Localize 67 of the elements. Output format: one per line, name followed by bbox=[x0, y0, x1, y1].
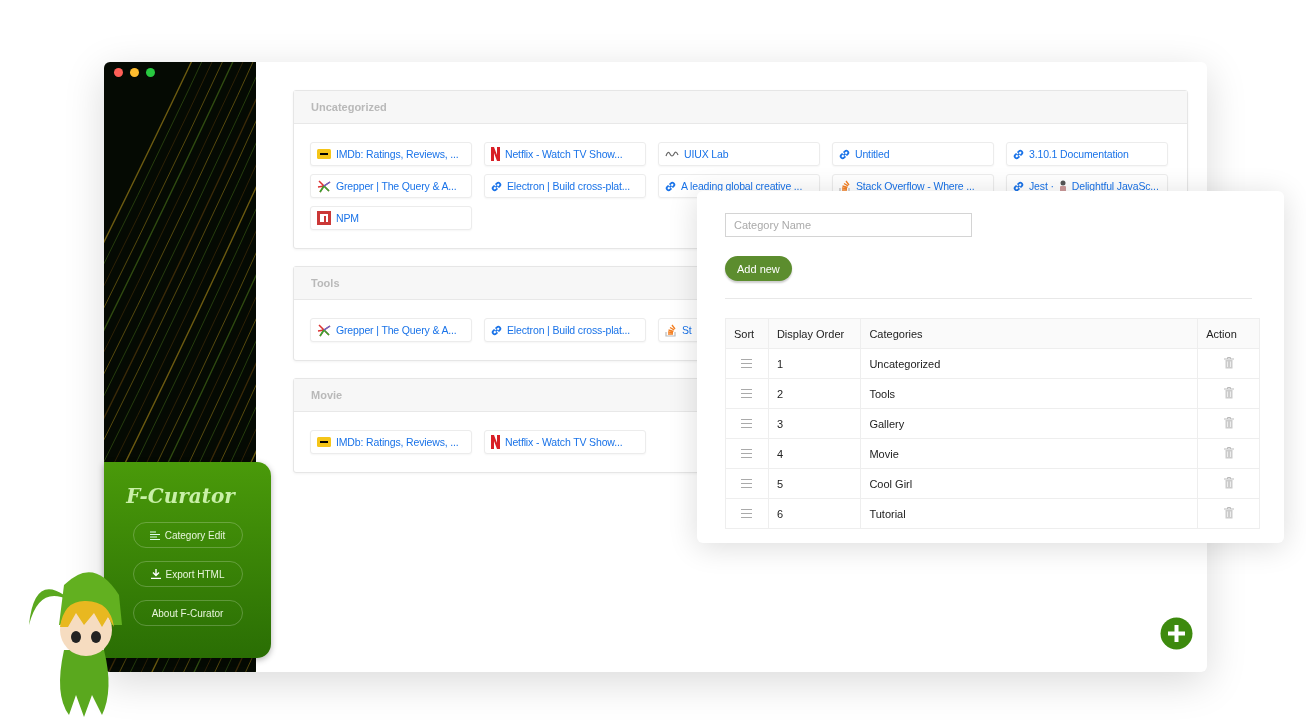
bookmark-link[interactable]: IMDb: Ratings, Reviews, ... bbox=[310, 142, 472, 166]
netflix-logo-icon bbox=[491, 147, 500, 161]
bookmark-link[interactable]: Netflix - Watch TV Show... bbox=[484, 142, 646, 166]
bookmark-link[interactable]: Grepper | The Query & A... bbox=[310, 318, 472, 342]
table-cell: Cool Girl bbox=[860, 468, 1198, 499]
drag-handle-icon[interactable] bbox=[741, 448, 753, 458]
bookmark-link[interactable]: Untitled bbox=[832, 142, 994, 166]
netflix-logo-icon bbox=[491, 435, 500, 449]
close-window-icon[interactable] bbox=[114, 68, 123, 77]
bookmark-link[interactable]: NPM bbox=[310, 206, 472, 230]
link-icon bbox=[1013, 180, 1024, 192]
column-header: Categories bbox=[860, 318, 1198, 349]
bookmark-link[interactable]: Electron | Build cross-plat... bbox=[484, 318, 646, 342]
category-title: Movie bbox=[311, 389, 343, 401]
download-icon bbox=[150, 569, 161, 579]
column-header: Sort bbox=[725, 318, 769, 349]
column-header: Action bbox=[1197, 318, 1260, 349]
table-cell: 2 bbox=[768, 378, 861, 409]
trash-icon[interactable] bbox=[1223, 446, 1234, 459]
bookmark-link[interactable]: Netflix - Watch TV Show... bbox=[484, 430, 646, 454]
link-icon bbox=[1013, 148, 1024, 160]
category-title: Uncategorized bbox=[311, 101, 387, 113]
category-name-field[interactable]: Category Name bbox=[725, 213, 972, 237]
script-logo-icon bbox=[665, 150, 679, 158]
table-cell: Uncategorized bbox=[860, 348, 1198, 379]
link-icon bbox=[839, 148, 850, 160]
app-logo: F-Curator bbox=[126, 484, 235, 508]
minimize-window-icon[interactable] bbox=[130, 68, 139, 77]
drag-handle-icon[interactable] bbox=[741, 358, 753, 368]
drag-handle-icon[interactable] bbox=[741, 478, 753, 488]
bookmark-link[interactable]: Grepper | The Query & A... bbox=[310, 174, 472, 198]
bookmark-link[interactable]: UIUX Lab bbox=[658, 142, 820, 166]
imdb-logo-icon bbox=[317, 149, 331, 159]
table-cell: 3 bbox=[768, 408, 861, 439]
table-cell: Movie bbox=[860, 438, 1198, 469]
add-button[interactable] bbox=[1160, 617, 1193, 650]
drag-handle-icon[interactable] bbox=[741, 418, 753, 428]
bookmark-link[interactable]: Electron | Build cross-plat... bbox=[484, 174, 646, 198]
table-cell: 1 bbox=[768, 348, 861, 379]
trash-icon[interactable] bbox=[1223, 476, 1234, 489]
link-icon bbox=[491, 180, 502, 192]
link-icon bbox=[491, 324, 502, 336]
bookmark-link[interactable]: 3.10.1 Documentation bbox=[1006, 142, 1168, 166]
imdb-logo-icon bbox=[317, 437, 331, 447]
trash-icon[interactable] bbox=[1223, 506, 1234, 519]
list-icon bbox=[149, 530, 160, 540]
stacked-trays-icon bbox=[665, 323, 677, 337]
npm-logo-icon bbox=[317, 211, 331, 225]
table-cell: Gallery bbox=[860, 408, 1198, 439]
table-cell: 5 bbox=[768, 468, 861, 499]
add-new-button[interactable]: Add new bbox=[725, 256, 792, 281]
trash-icon[interactable] bbox=[1223, 356, 1234, 369]
trash-icon[interactable] bbox=[1223, 416, 1234, 429]
link-icon bbox=[665, 180, 676, 192]
table-cell: Tools bbox=[860, 378, 1198, 409]
sparkle-logo-icon bbox=[317, 179, 331, 193]
column-header: Display Order bbox=[768, 318, 861, 349]
table-cell: Tutorial bbox=[860, 498, 1198, 529]
sparkle-logo-icon bbox=[317, 323, 331, 337]
drag-handle-icon[interactable] bbox=[741, 508, 753, 518]
table-cell: 4 bbox=[768, 438, 861, 469]
table-cell: 6 bbox=[768, 498, 861, 529]
maximize-window-icon[interactable] bbox=[146, 68, 155, 77]
trash-icon[interactable] bbox=[1223, 386, 1234, 399]
bookmark-link[interactable]: IMDb: Ratings, Reviews, ... bbox=[310, 430, 472, 454]
drag-handle-icon[interactable] bbox=[741, 388, 753, 398]
category-title: Tools bbox=[311, 277, 340, 289]
